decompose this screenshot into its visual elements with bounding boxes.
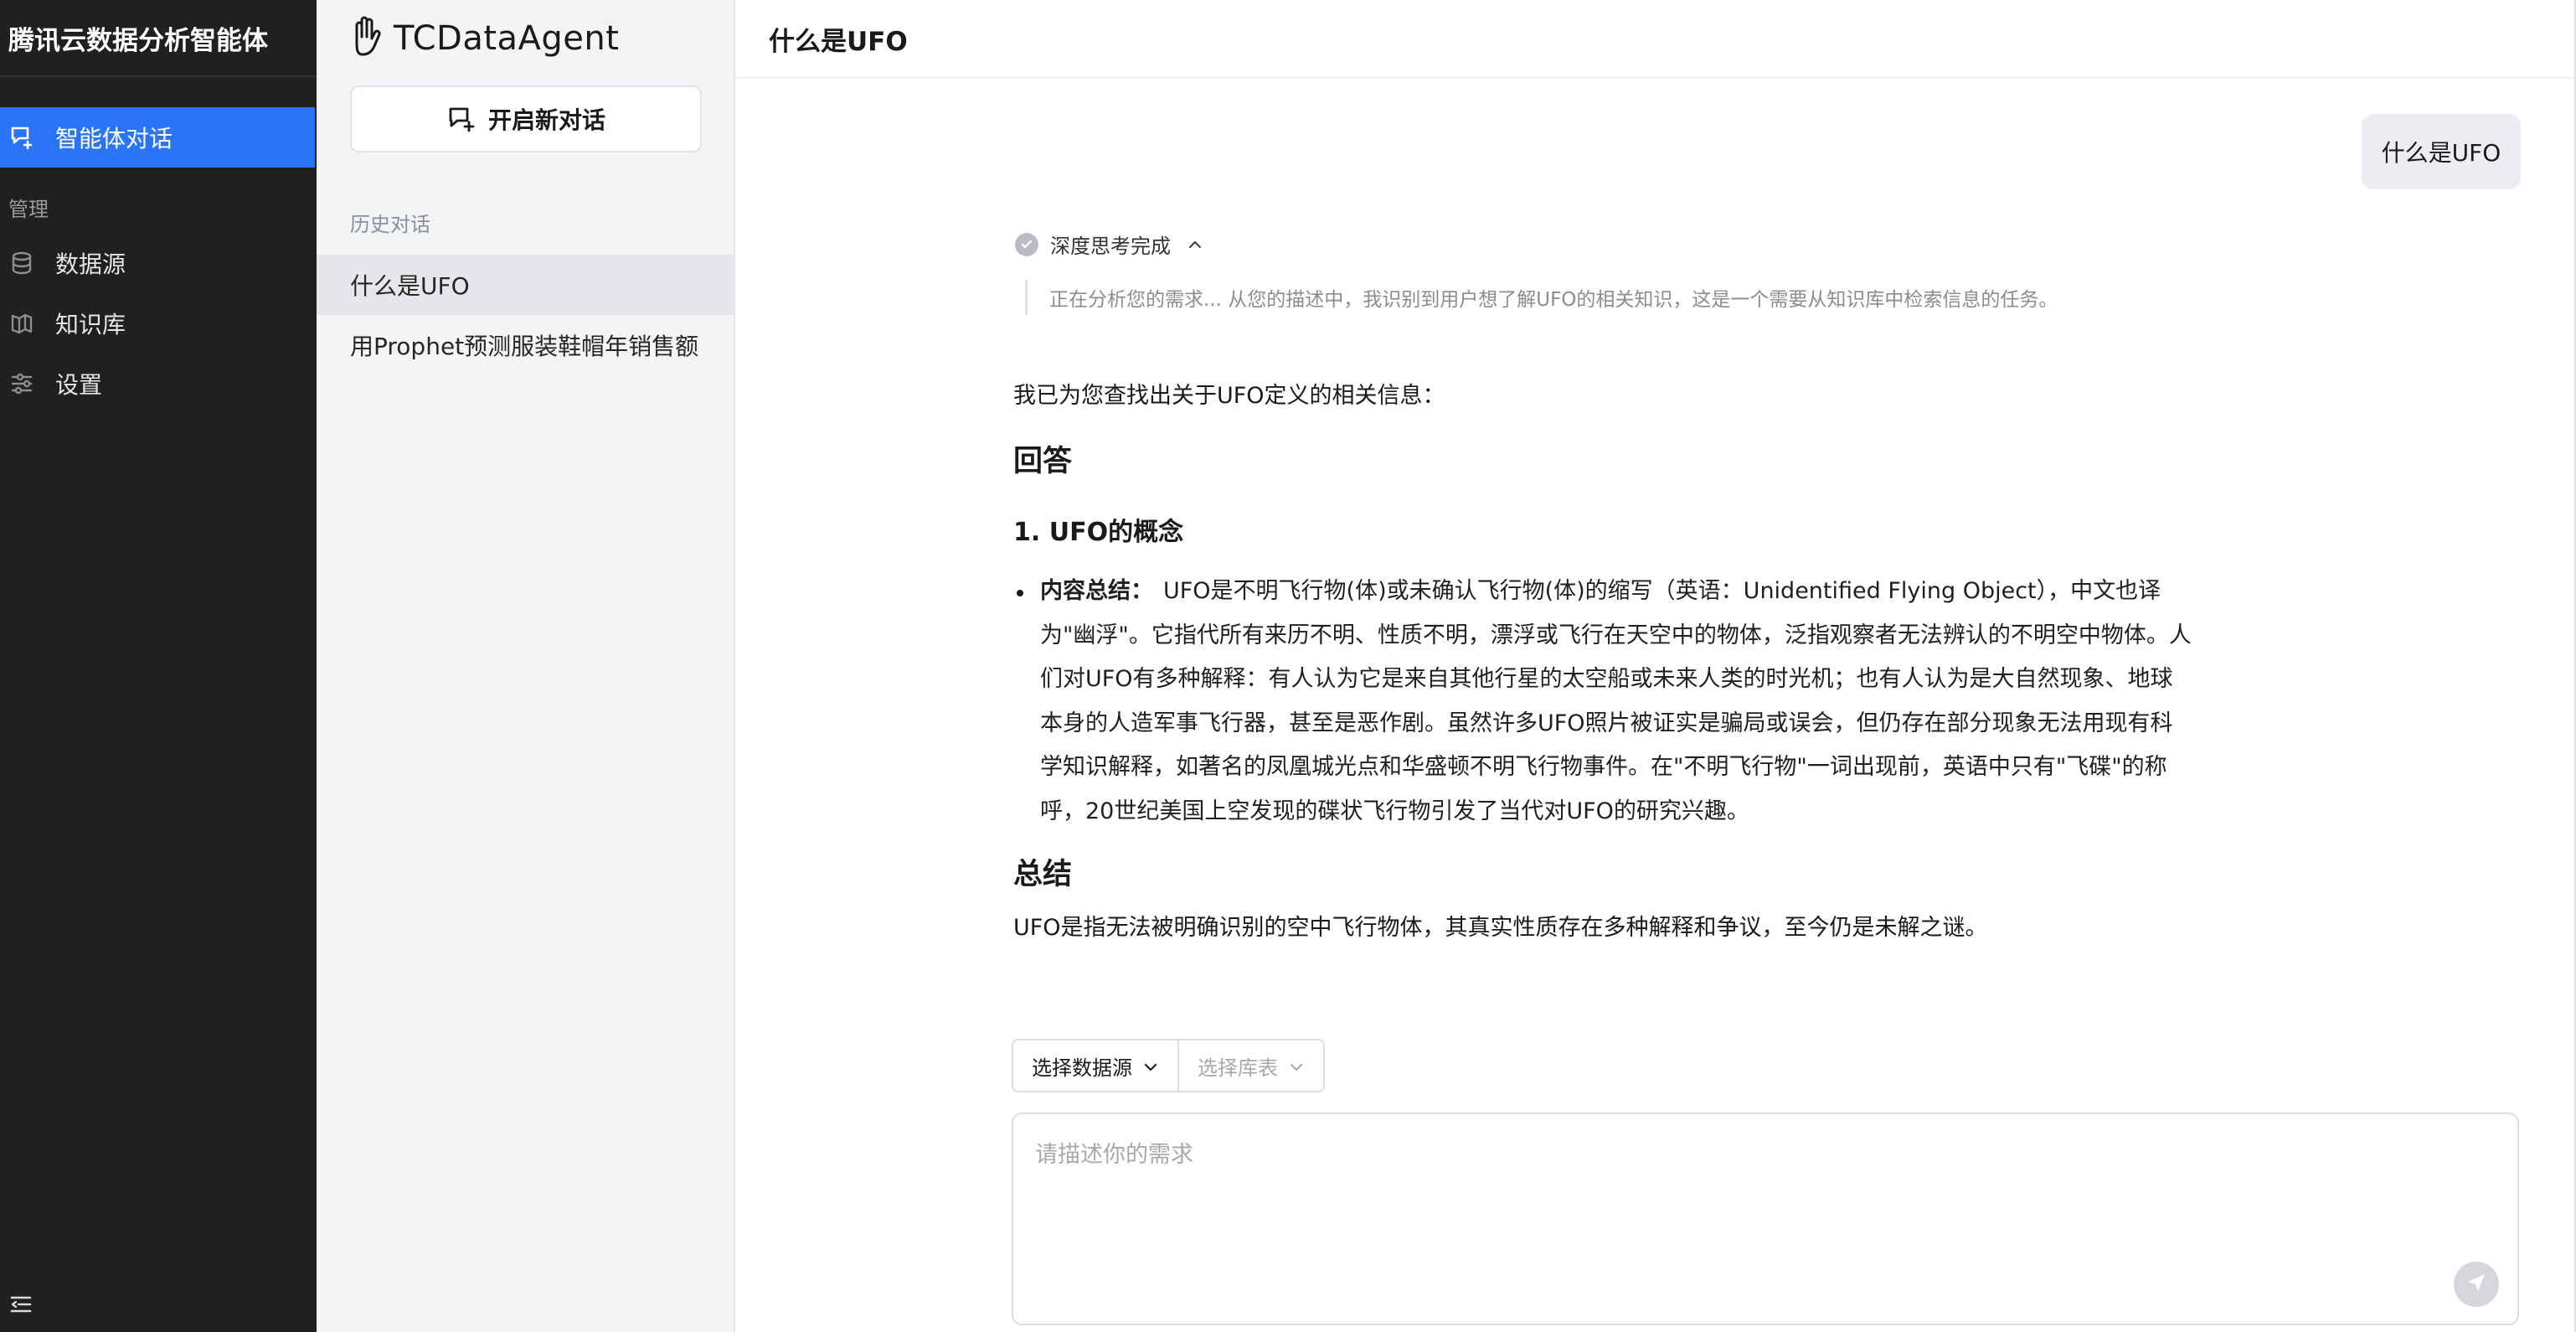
chevron-up-icon: [1186, 235, 1204, 254]
history-item[interactable]: 什么是UFO: [317, 255, 734, 315]
send-icon: [2465, 1271, 2488, 1298]
history-panel: TCDataAgent 开启新对话 历史对话 什么是UFO 用Prophet预测…: [317, 0, 735, 1332]
answer-bullet: 内容总结： UFO是不明飞行物(体)或未确认飞行物(体)的缩写（英语：Uniden…: [1013, 570, 2194, 834]
bullet-label: 内容总结：: [1040, 578, 1153, 604]
chat-edit-icon: [8, 124, 35, 151]
hand-logo-icon: [348, 15, 389, 62]
app-logo: TCDataAgent: [348, 15, 619, 62]
logo-text: TCDataAgent: [394, 19, 620, 58]
selector-group: 选择数据源 选择库表: [1012, 1039, 1325, 1092]
app-sidebar: 腾讯云数据分析智能体 智能体对话 管理 数据源 知识库 设置: [0, 0, 317, 1332]
answer-subheading: 1. UFO的概念: [1013, 518, 1184, 547]
answer-heading: 回答: [1013, 445, 1073, 478]
history-item[interactable]: 用Prophet预测服装鞋帽年销售额: [317, 315, 734, 375]
sidebar-item-knowledge[interactable]: 知识库: [0, 293, 315, 354]
message-input-box: [1012, 1113, 2519, 1325]
sidebar-item-label: 设置: [55, 371, 103, 399]
sidebar-item-label: 数据源: [55, 250, 126, 278]
chevron-down-icon: [1288, 1057, 1305, 1074]
sliders-icon: [8, 370, 35, 397]
datasource-select[interactable]: 选择数据源: [1013, 1040, 1179, 1091]
collapse-sidebar-icon[interactable]: [8, 1292, 35, 1319]
table-select-label: 选择库表: [1198, 1056, 1278, 1080]
thinking-content: 正在分析您的需求... 从您的描述中，我识别到用户想了解UFO的相关知识，这是一…: [1025, 280, 2058, 315]
send-button[interactable]: [2454, 1262, 2499, 1307]
page-title: 什么是UFO: [735, 0, 2576, 79]
new-chat-icon: [446, 104, 477, 134]
thinking-status: 深度思考完成: [1050, 235, 1171, 258]
chevron-down-icon: [1142, 1057, 1159, 1074]
sidebar-item-label: 知识库: [55, 311, 126, 338]
sidebar-item-datasource[interactable]: 数据源: [0, 233, 315, 293]
datasource-select-label: 选择数据源: [1032, 1056, 1132, 1080]
section-label-manage: 管理: [8, 198, 49, 221]
table-select[interactable]: 选择库表: [1179, 1040, 1323, 1091]
app-brand: 腾讯云数据分析智能体: [0, 0, 317, 77]
new-chat-label: 开启新对话: [487, 106, 605, 134]
database-icon: [8, 250, 35, 276]
sidebar-item-agent-chat[interactable]: 智能体对话: [0, 107, 315, 168]
summary-heading: 总结: [1013, 858, 1073, 891]
sidebar-item-settings[interactable]: 设置: [0, 354, 315, 414]
main-chat-area: 什么是UFO 什么是UFO 深度思考完成 正在分析您的需求... 从您的描述中，…: [735, 0, 2576, 1332]
summary-text: UFO是指无法被明确识别的空中飞行物体，其真实性质存在多种解释和争议，至今仍是未…: [1013, 915, 1988, 941]
check-circle-icon: [1015, 232, 1038, 256]
message-input[interactable]: [1035, 1136, 2459, 1262]
new-chat-button[interactable]: 开启新对话: [350, 85, 702, 152]
history-section-label: 历史对话: [350, 213, 430, 236]
answer-intro: 我已为您查找出关于UFO定义的相关信息：: [1013, 383, 1445, 409]
thinking-toggle[interactable]: 深度思考完成: [1015, 230, 1204, 259]
assistant-answer: 我已为您查找出关于UFO定义的相关信息： 回答 1. UFO的概念 内容总结： U…: [1013, 369, 2194, 953]
user-message-bubble: 什么是UFO: [2362, 114, 2521, 189]
bullet-text: UFO是不明飞行物(体)或未确认飞行物(体)的缩写（英语：Unidentifie…: [1040, 578, 2192, 824]
book-icon: [8, 310, 35, 337]
sidebar-item-label: 智能体对话: [55, 125, 173, 152]
